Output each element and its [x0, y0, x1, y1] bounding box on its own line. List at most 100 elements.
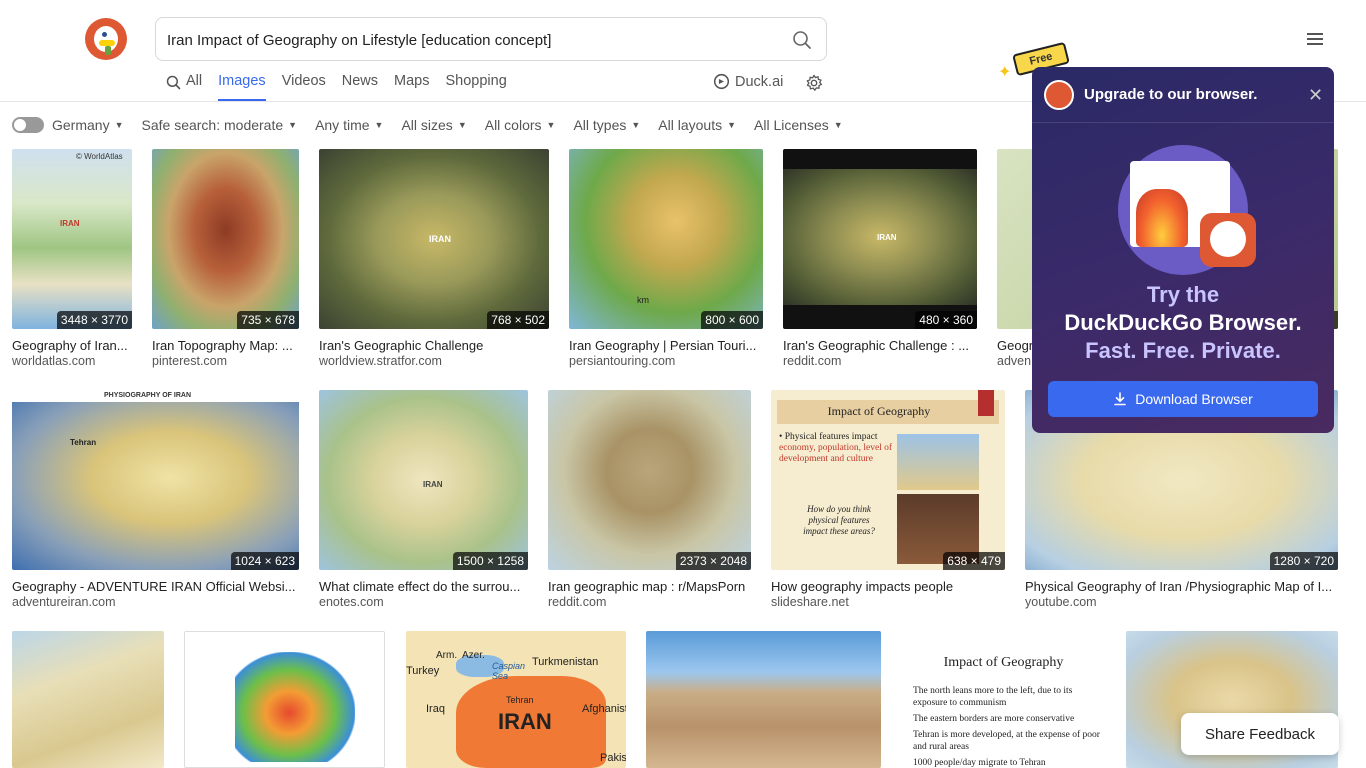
download-icon: [1114, 392, 1127, 406]
result-thumbnail[interactable]: Turkey Arm. Azer. Caspian Sea Turkmenist…: [406, 631, 626, 768]
safe-search-filter[interactable]: Safe search: moderate ▼: [142, 117, 298, 133]
duckduckgo-logo-icon: [1044, 80, 1074, 110]
tab-maps[interactable]: Maps: [394, 73, 429, 101]
result-title[interactable]: Iran Geography | Persian Touri...: [569, 338, 763, 353]
duckai-label: Duck.ai: [735, 73, 784, 90]
tab-all[interactable]: All: [166, 73, 202, 101]
image-dimensions: 1500 × 1258: [452, 552, 528, 570]
result-thumbnail[interactable]: km 800 × 600: [569, 149, 763, 329]
chevron-down-icon: ▼: [288, 120, 298, 130]
map-label-azer: Azer.: [462, 650, 485, 661]
chat-icon: [713, 73, 730, 90]
close-icon[interactable]: ✕: [1308, 85, 1323, 106]
result-source[interactable]: worldatlas.com: [12, 354, 132, 368]
license-filter[interactable]: All Licenses ▼: [754, 117, 843, 133]
result-title[interactable]: Geography - ADVENTURE IRAN Official Webs…: [12, 579, 299, 594]
tab-maps-label: Maps: [394, 73, 430, 89]
result-source[interactable]: enotes.com: [319, 595, 528, 609]
result-thumbnail[interactable]: Impact of Geography The north leans more…: [901, 631, 1106, 768]
browser-illustration: [1118, 145, 1256, 275]
tab-images[interactable]: Images: [218, 73, 266, 101]
result-thumbnail[interactable]: [12, 631, 164, 768]
map-label-turkey: Turkey: [406, 665, 440, 677]
result-thumbnail[interactable]: IRAN 1500 × 1258: [319, 390, 528, 570]
map-label-afghanistan: Afghanista: [582, 703, 626, 715]
time-filter[interactable]: Any time ▼: [315, 117, 383, 133]
popup-title: Upgrade to our browser.: [1084, 86, 1258, 103]
result-source[interactable]: pinterest.com: [152, 354, 299, 368]
result-source[interactable]: youtube.com: [1025, 595, 1338, 609]
duckduckgo-logo[interactable]: [85, 18, 127, 60]
map-label-iran: IRAN: [877, 233, 897, 242]
slide-bullet: 1000 people/day migrate to Tehran: [913, 758, 1046, 768]
map-label-tehran: Tehran: [70, 438, 97, 447]
gear-icon[interactable]: [805, 74, 823, 92]
result-source[interactable]: reddit.com: [783, 354, 977, 368]
result-source[interactable]: worldview.stratfor.com: [319, 354, 549, 368]
color-filter[interactable]: All colors ▼: [485, 117, 556, 133]
tab-videos-label: Videos: [281, 73, 326, 89]
result-thumbnail[interactable]: 2373 × 2048: [548, 390, 751, 570]
result-thumbnail[interactable]: IRAN 768 × 502: [319, 149, 549, 329]
map-heading: PHYSIOGRAPHY OF IRAN: [104, 392, 191, 399]
region-filter-label: Germany: [52, 117, 110, 133]
type-filter-label: All types: [573, 117, 627, 133]
result-title[interactable]: Geography of Iran...: [12, 338, 132, 353]
share-feedback-button[interactable]: Share Feedback: [1181, 713, 1339, 755]
license-filter-label: All Licenses: [754, 117, 829, 133]
promo-line-2: DuckDuckGo Browser.: [1064, 310, 1302, 335]
map-label-armenia: Arm.: [436, 650, 458, 661]
layout-filter[interactable]: All layouts ▼: [658, 117, 736, 133]
download-browser-button[interactable]: Download Browser: [1048, 381, 1318, 417]
result-source[interactable]: reddit.com: [548, 595, 751, 609]
slide-bullet: Tehran is more developed, at the expense…: [913, 730, 1100, 752]
map-label-caspian: Caspian Sea: [492, 661, 526, 681]
type-filter[interactable]: All types ▼: [573, 117, 640, 133]
chevron-down-icon: ▼: [374, 120, 384, 130]
chevron-down-icon: ▼: [631, 120, 641, 130]
color-filter-label: All colors: [484, 117, 542, 133]
result-title[interactable]: Iran's Geographic Challenge: [319, 338, 549, 353]
result-thumbnail[interactable]: PHYSIOGRAPHY OF IRAN Tehran 1024 × 623: [12, 390, 299, 570]
result-title[interactable]: Iran geographic map : r/MapsPorn: [548, 579, 751, 594]
time-filter-label: Any time: [315, 117, 370, 133]
region-filter[interactable]: Germany ▼: [52, 117, 124, 133]
hamburger-menu-icon[interactable]: [1307, 31, 1325, 47]
result-source[interactable]: adventureiran.com: [12, 595, 299, 609]
result-title[interactable]: How geography impacts people: [771, 579, 1005, 594]
slide-title: Impact of Geography: [827, 404, 931, 418]
result-source[interactable]: slideshare.net: [771, 595, 1005, 609]
search-icon[interactable]: [792, 30, 812, 50]
map-label-turkmenistan: Turkmenistan: [532, 656, 599, 668]
duckai-link[interactable]: Duck.ai: [713, 73, 783, 90]
result-title[interactable]: Physical Geography of Iran /Physiographi…: [1025, 579, 1338, 594]
image-dimensions: 1280 × 720: [1269, 552, 1338, 570]
popup-header: Upgrade to our browser. ✕: [1032, 67, 1334, 123]
result-source[interactable]: persiantouring.com: [569, 354, 763, 368]
size-filter-label: All sizes: [401, 117, 453, 133]
slide-title: Impact of Geography: [943, 655, 1064, 670]
result-thumbnail[interactable]: Impact of Geography • Physical features …: [771, 390, 1005, 570]
search-input[interactable]: [167, 29, 767, 51]
tab-shopping[interactable]: Shopping: [446, 73, 507, 101]
layout-filter-label: All layouts: [658, 117, 723, 133]
tab-videos[interactable]: Videos: [282, 73, 326, 101]
slide-bullet: • Physical features impact economy, popu…: [779, 432, 893, 464]
result-thumbnail[interactable]: 735 × 678: [152, 149, 299, 329]
result-title[interactable]: Iran Topography Map: ...: [152, 338, 299, 353]
sparkle-icon: ✦: [998, 64, 1012, 81]
chevron-down-icon: ▼: [727, 120, 737, 130]
result-title[interactable]: What climate effect do the surrou...: [319, 579, 528, 594]
result-thumbnail[interactable]: © WorldAtlas IRAN 3448 × 3770: [12, 149, 132, 329]
result-thumbnail[interactable]: IRAN 480 × 360: [783, 149, 977, 329]
tab-shopping-label: Shopping: [445, 73, 507, 89]
result-thumbnail[interactable]: [646, 631, 881, 768]
result-title[interactable]: Iran's Geographic Challenge : ...: [783, 338, 977, 353]
region-toggle[interactable]: [12, 117, 44, 133]
browser-promo-popup: Upgrade to our browser. ✕ Try the DuckDu…: [1032, 67, 1334, 433]
size-filter[interactable]: All sizes ▼: [401, 117, 466, 133]
tab-news[interactable]: News: [342, 73, 378, 101]
result-thumbnail[interactable]: [184, 631, 385, 768]
image-dimensions: 768 × 502: [487, 311, 549, 329]
image-dimensions: 638 × 479: [943, 552, 1005, 570]
